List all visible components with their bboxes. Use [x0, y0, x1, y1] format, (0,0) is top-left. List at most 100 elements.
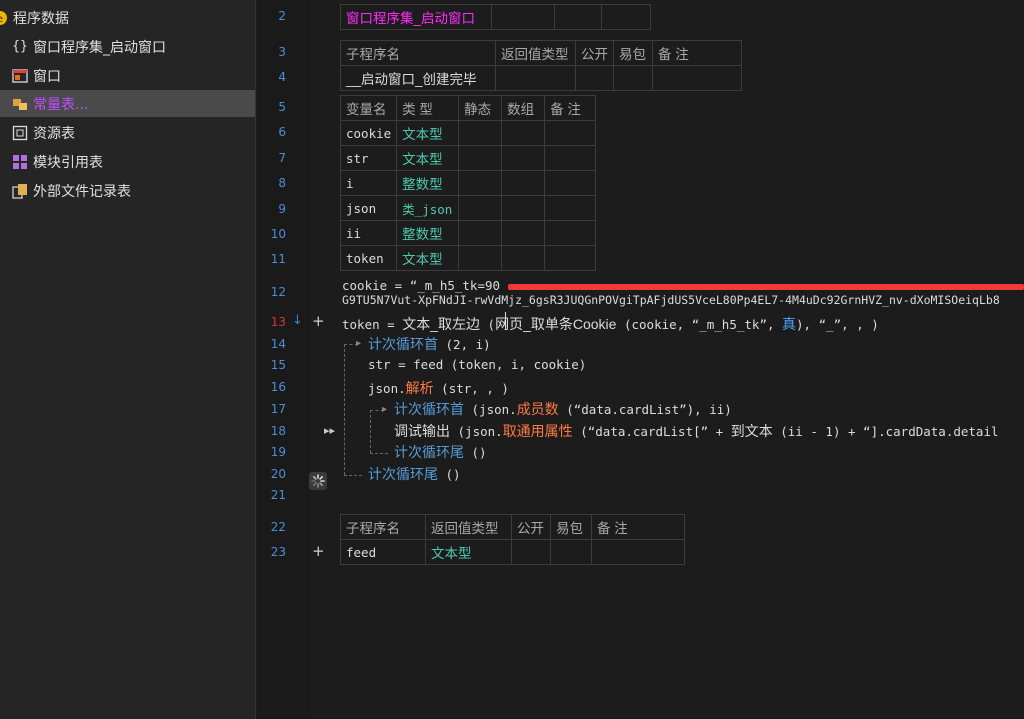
- program-data-icon: e: [0, 10, 8, 26]
- window-icon: [12, 68, 28, 84]
- empty-cell[interactable]: [458, 120, 503, 146]
- loop-guide: [370, 453, 388, 454]
- var-name-cell[interactable]: cookie: [339, 120, 398, 146]
- var-name-cell[interactable]: i: [339, 170, 398, 196]
- tree-item-module-ref[interactable]: 模块引用表: [12, 148, 267, 175]
- empty-cell[interactable]: [458, 245, 503, 271]
- easy-pack-cell[interactable]: [613, 65, 653, 91]
- module-ref-icon: [12, 154, 28, 170]
- code-line-18[interactable]: 调试输出 (json.取通用属性 (“data.cardList[” + 到文本…: [394, 421, 999, 441]
- public-cell[interactable]: [575, 65, 614, 91]
- tree-item-assembly[interactable]: {} 窗口程序集_启动窗口: [12, 33, 267, 60]
- tree-item-resource-table[interactable]: 资源表: [12, 119, 267, 146]
- var-type-cell[interactable]: 文本型: [396, 145, 460, 171]
- empty-cell[interactable]: [458, 145, 503, 171]
- line-number: 3: [278, 45, 286, 59]
- loop-guide: [344, 344, 345, 475]
- empty-cell[interactable]: [544, 220, 597, 246]
- tree-item-external-file[interactable]: 外部文件记录表: [12, 177, 267, 204]
- empty-cell[interactable]: [458, 220, 503, 246]
- empty-cell[interactable]: [458, 195, 503, 221]
- code-text: (json.: [464, 402, 517, 417]
- tree-item-window[interactable]: 窗口: [12, 62, 267, 89]
- external-file-icon: [12, 183, 28, 199]
- redaction-bar: [508, 284, 1024, 290]
- return-type-cell[interactable]: [495, 65, 576, 91]
- code-line-13[interactable]: token = 文本_取左边 (网页_取单条Cookie (cookie, “_…: [342, 314, 879, 334]
- remark-cell[interactable]: [652, 65, 742, 91]
- var-type-cell[interactable]: 整数型: [396, 220, 460, 246]
- tree-label: 窗口程序集_启动窗口: [33, 39, 166, 56]
- loop-guide: [344, 475, 362, 476]
- code-line-20[interactable]: 计次循环尾 (): [368, 464, 461, 484]
- header-sub-name: 子程序名: [340, 40, 496, 66]
- code-line-14[interactable]: 计次循环首 (2, i): [368, 334, 491, 354]
- var-name-cell[interactable]: str: [339, 145, 398, 171]
- empty-cell[interactable]: [501, 170, 546, 196]
- empty-cell[interactable]: [544, 245, 597, 271]
- code-line-16[interactable]: json.解析 (str, , ): [368, 378, 509, 398]
- code-text: (json.: [450, 424, 503, 439]
- empty-cell[interactable]: [544, 170, 597, 196]
- empty-cell[interactable]: [501, 120, 546, 146]
- header-static: 静态: [458, 95, 503, 121]
- code-line-12a[interactable]: cookie = “_m_h5_tk=90: [342, 278, 500, 293]
- empty-cell[interactable]: [501, 245, 546, 271]
- code-line-12b[interactable]: G9TU5N7Vut-XpFNdJI-rwVdMjz_6gsR3JUQGnPOV…: [342, 293, 1000, 307]
- resource-table-icon: [12, 125, 28, 141]
- expand-plus-icon[interactable]: +: [312, 312, 325, 330]
- header-return-type: 返回值类型: [425, 514, 512, 540]
- method-call: 解析: [405, 380, 434, 396]
- code-line-17[interactable]: 计次循环首 (json.成员数 (“data.cardList”), ii): [394, 399, 732, 419]
- execution-arrow-icon: ↓: [292, 313, 303, 328]
- line-number: 22: [270, 520, 286, 534]
- sub-name-cell[interactable]: __启动窗口_创建完毕: [340, 65, 496, 91]
- empty-cell[interactable]: [501, 145, 546, 171]
- var-name-cell[interactable]: json: [339, 195, 398, 221]
- header-type: 类 型: [396, 95, 460, 121]
- code-line-19[interactable]: 计次循环尾 (): [394, 442, 487, 462]
- tree-item-program-data[interactable]: e 程序数据: [0, 4, 247, 31]
- loop-guide: [370, 410, 371, 453]
- assembly-name[interactable]: 窗口程序集_启动窗口: [340, 4, 492, 30]
- var-name-cell[interactable]: ii: [339, 220, 398, 246]
- header-remark: 备 注: [591, 514, 685, 540]
- line-number: 2: [278, 9, 286, 23]
- line-number-breakpoint: 13: [270, 315, 286, 329]
- empty-cell[interactable]: [501, 195, 546, 221]
- tree-label: 程序数据: [13, 10, 69, 27]
- header-easy-pack: 易包: [613, 40, 653, 66]
- header-remark: 备 注: [544, 95, 597, 121]
- tree-item-constant-table[interactable]: 常量表...: [0, 90, 255, 117]
- line-number: 21: [270, 488, 286, 502]
- remark-cell[interactable]: [591, 539, 685, 565]
- var-type-cell[interactable]: 文本型: [396, 120, 460, 146]
- var-type-cell[interactable]: 整数型: [396, 170, 460, 196]
- return-type-cell[interactable]: 文本型: [425, 539, 512, 565]
- line-number: 10: [270, 227, 286, 241]
- empty-cell[interactable]: [501, 220, 546, 246]
- code-text: token =: [342, 317, 403, 332]
- line-number: 17: [270, 402, 286, 416]
- empty-cell[interactable]: [544, 195, 597, 221]
- bool-literal: 真: [782, 316, 797, 332]
- code-text: (“data.cardList”), ii): [558, 402, 732, 417]
- func-call: 网页_取单条Cookie: [495, 316, 617, 332]
- code-line-15[interactable]: str = feed (token, i, cookie): [368, 357, 586, 372]
- var-type-cell[interactable]: 类_json: [396, 195, 460, 221]
- func-call: 调试输出: [394, 423, 450, 439]
- variables-table: 变量名 类 型 静态 数组 备 注 cookie 文本型 str 文本型 i 整数型 …: [339, 95, 597, 271]
- public-cell[interactable]: [511, 539, 551, 565]
- sub-name-cell[interactable]: feed: [340, 539, 426, 565]
- empty-cell[interactable]: [544, 120, 597, 146]
- tree-label: 外部文件记录表: [33, 183, 131, 200]
- header-public: 公开: [575, 40, 614, 66]
- code-text: (: [480, 317, 496, 332]
- var-type-cell[interactable]: 文本型: [396, 245, 460, 271]
- empty-cell[interactable]: [458, 170, 503, 196]
- line-number: 23: [270, 545, 286, 559]
- easy-pack-cell[interactable]: [550, 539, 592, 565]
- var-name-cell[interactable]: token: [339, 245, 398, 271]
- expand-plus-icon[interactable]: +: [312, 542, 325, 560]
- empty-cell[interactable]: [544, 145, 597, 171]
